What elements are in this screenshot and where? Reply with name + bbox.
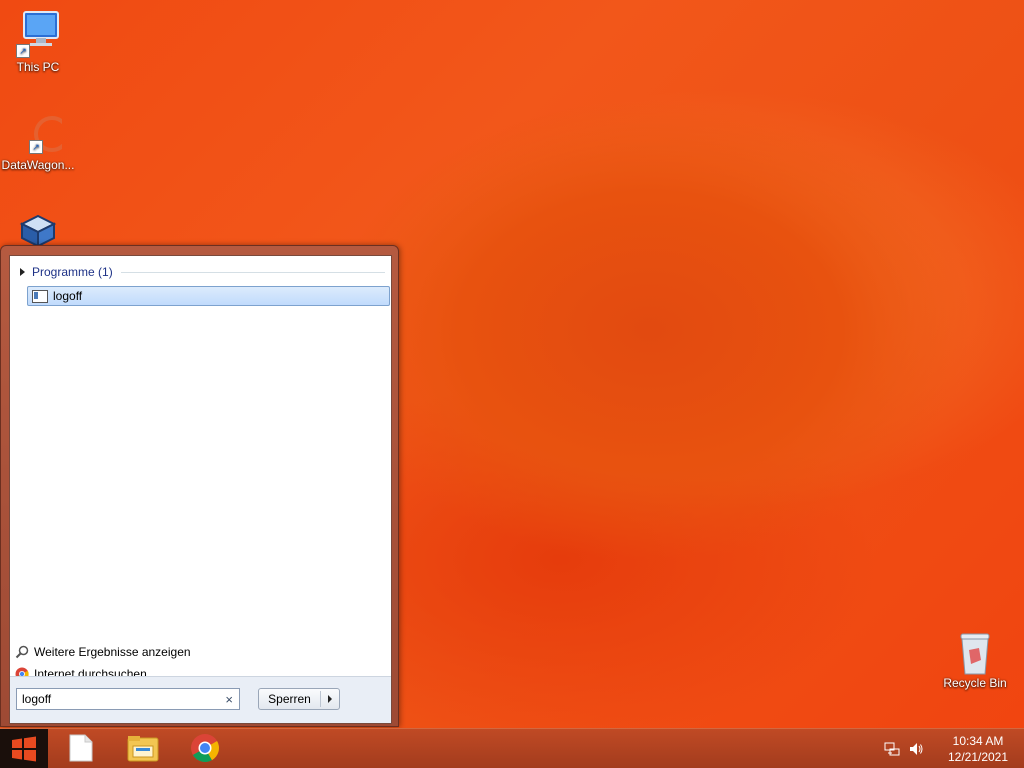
power-options-arrow-icon[interactable] bbox=[321, 695, 339, 703]
desktop-icon-label: Recycle Bin bbox=[943, 676, 1007, 690]
taskbar: 10:34 AM 12/21/2021 bbox=[0, 728, 1024, 768]
more-results-link[interactable]: Weitere Ergebnisse anzeigen bbox=[15, 643, 191, 661]
computer-icon: ↗ bbox=[14, 10, 62, 58]
desktop-icon-this-pc[interactable]: ↗ This PC bbox=[0, 10, 76, 74]
recycle-bin-icon bbox=[951, 630, 999, 678]
result-item-logoff[interactable]: logoff bbox=[27, 286, 390, 306]
search-box: × bbox=[16, 688, 240, 710]
desktop-icon-datawagon[interactable]: ↗ DataWagon... bbox=[0, 114, 76, 172]
taskbar-file-explorer[interactable] bbox=[127, 733, 159, 763]
chrome-icon bbox=[191, 734, 219, 762]
file-explorer-icon bbox=[127, 736, 159, 762]
volume-icon[interactable] bbox=[908, 741, 924, 757]
power-button[interactable]: Sperren bbox=[258, 688, 340, 710]
divider bbox=[120, 271, 385, 273]
desktop-icon-recycle-bin[interactable]: Recycle Bin bbox=[937, 630, 1013, 690]
results-group-header[interactable]: Programme (1) bbox=[16, 264, 385, 280]
power-button-label[interactable]: Sperren bbox=[259, 691, 321, 707]
taskbar-chrome[interactable] bbox=[190, 733, 220, 763]
start-button[interactable] bbox=[0, 729, 48, 768]
taskbar-file-icon[interactable] bbox=[66, 733, 96, 763]
datawagon-icon: ↗ bbox=[14, 114, 70, 162]
shortcut-arrow-icon: ↗ bbox=[29, 140, 43, 154]
clear-search-icon[interactable]: × bbox=[225, 692, 233, 707]
result-item-label: logoff bbox=[53, 289, 83, 303]
clock[interactable]: 10:34 AM 12/21/2021 bbox=[940, 733, 1016, 765]
start-menu-results-pane: Programme (1) logoff Weitere Ergebnisse … bbox=[9, 255, 392, 724]
clock-date: 12/21/2021 bbox=[947, 749, 1009, 764]
windows-logo-icon bbox=[12, 736, 36, 761]
console-app-icon bbox=[32, 289, 48, 303]
shortcut-arrow-icon: ↗ bbox=[16, 44, 30, 58]
system-tray: 10:34 AM 12/21/2021 bbox=[884, 729, 1024, 768]
start-menu-bottom-bar: × Sperren bbox=[10, 676, 391, 723]
network-icon[interactable] bbox=[884, 741, 900, 757]
search-icon bbox=[15, 645, 29, 659]
clock-time: 10:34 AM bbox=[952, 733, 1004, 748]
search-input[interactable] bbox=[22, 692, 212, 706]
start-menu: Programme (1) logoff Weitere Ergebnisse … bbox=[0, 245, 399, 727]
desktop-icon-label: This PC bbox=[16, 60, 60, 74]
file-icon bbox=[69, 734, 93, 762]
expand-arrow-icon bbox=[20, 268, 25, 276]
group-header-label: Programme (1) bbox=[32, 265, 113, 279]
link-label: Weitere Ergebnisse anzeigen bbox=[34, 645, 191, 659]
